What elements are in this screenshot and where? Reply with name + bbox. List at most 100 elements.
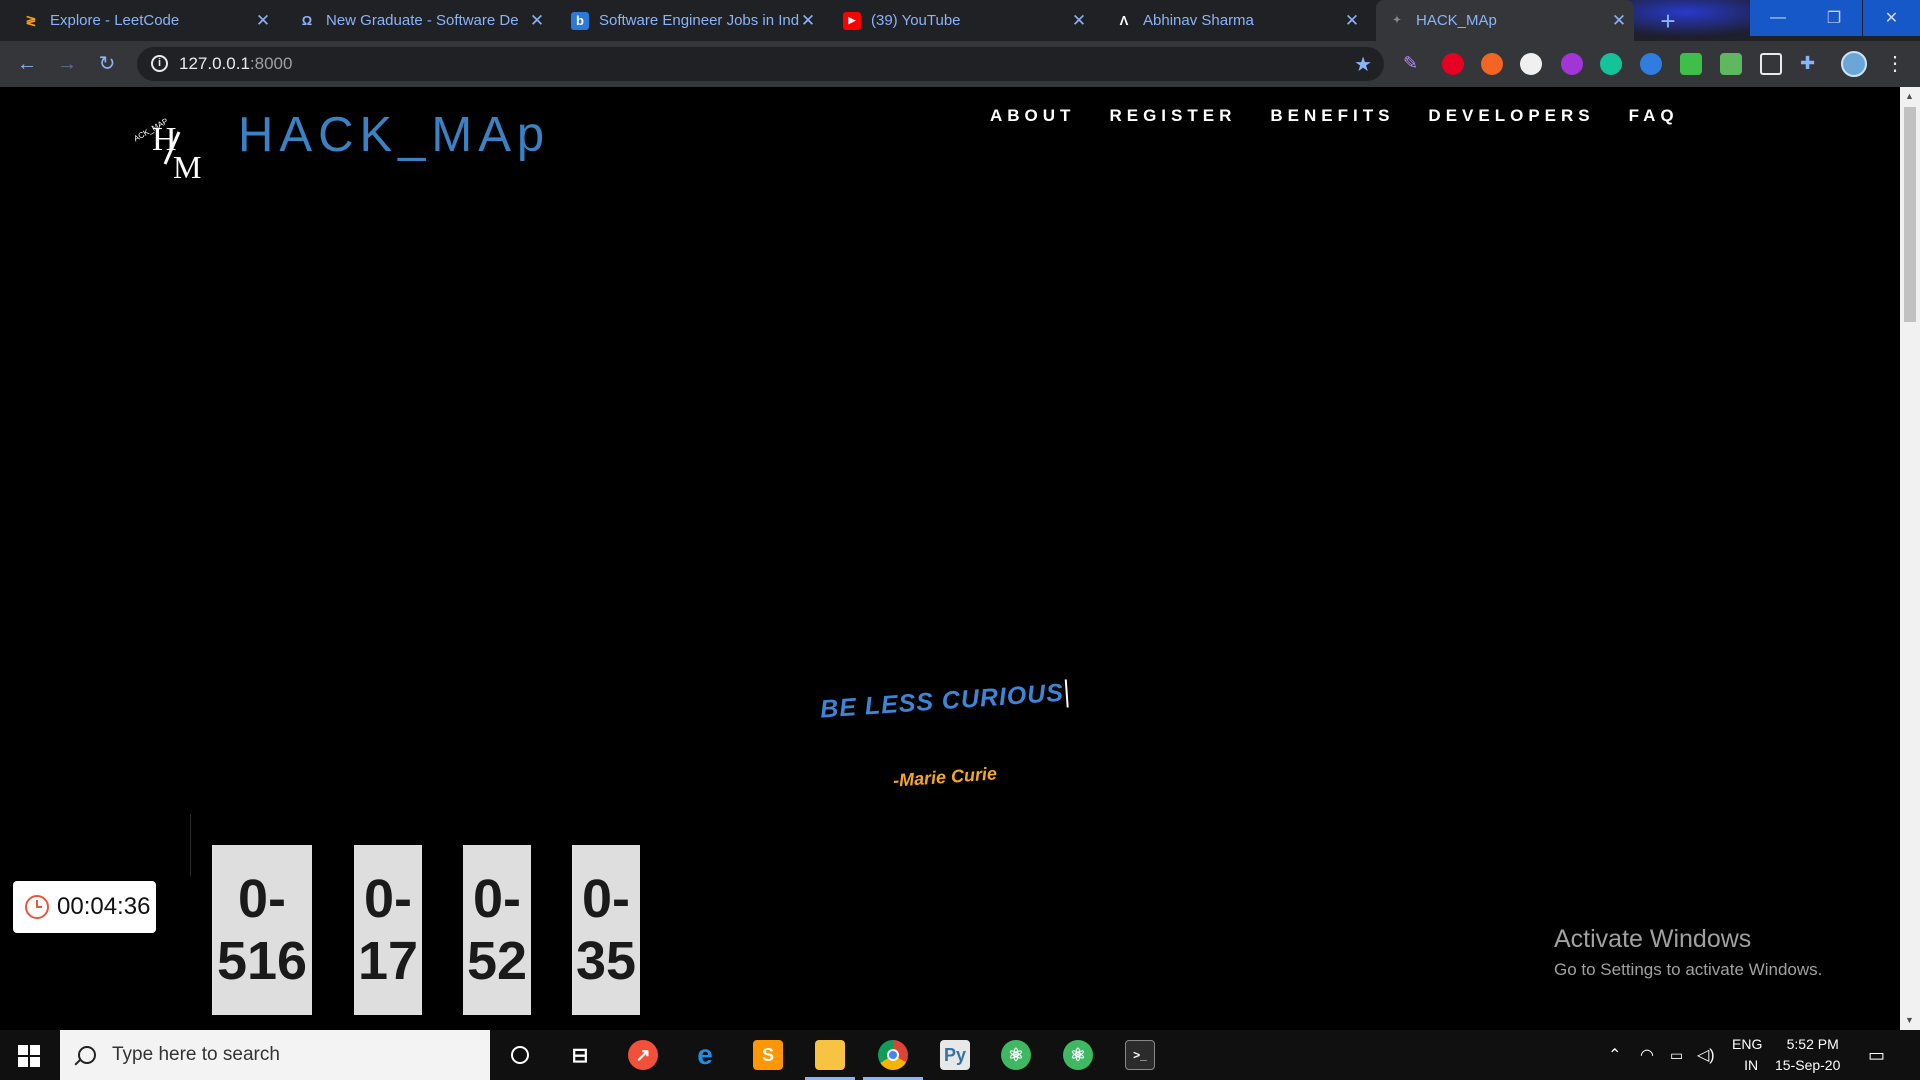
countdown-days: 0- 516 — [212, 845, 312, 1015]
file-explorer-icon[interactable] — [815, 1040, 845, 1070]
tab-title: (39) YouTube — [871, 12, 961, 29]
screen-timer-widget[interactable]: 00:04:36 — [13, 881, 156, 933]
activate-windows-watermark: Activate Windows Go to Settings to activ… — [1554, 925, 1822, 980]
tab-leetcode[interactable]: ≷ Explore - LeetCode ✕ — [22, 0, 272, 41]
url-port: :8000 — [249, 54, 293, 73]
watermark-subtitle: Go to Settings to activate Windows. — [1554, 960, 1823, 979]
close-tab-icon[interactable]: ✕ — [1070, 11, 1088, 31]
atom-editor-icon[interactable]: ⚛ — [1001, 1040, 1031, 1070]
nav-benefits[interactable]: BENEFITS — [1270, 106, 1394, 126]
feather-extension-icon[interactable]: ✎ — [1403, 53, 1425, 75]
nav-faq[interactable]: FAQ — [1629, 106, 1679, 126]
close-tab-icon[interactable]: ✕ — [1343, 11, 1361, 31]
tab-title: New Graduate - Software De — [326, 12, 519, 29]
page-scrollbar[interactable]: ▲ ▼ — [1900, 87, 1920, 1030]
nav-developers[interactable]: DEVELOPERS — [1428, 106, 1594, 126]
tab-title: Abhinav Sharma — [1143, 12, 1254, 29]
text-caret — [1064, 679, 1069, 708]
mail-extension-icon[interactable] — [1720, 53, 1742, 75]
logo-letter-m: M — [173, 149, 201, 182]
blue-drop-extension-icon[interactable] — [1640, 53, 1662, 75]
profile-avatar[interactable] — [1841, 51, 1867, 77]
clock-date[interactable]: 5:52 PM 15-Sep-20 — [1775, 1030, 1840, 1080]
site-navigation: ABOUT REGISTER BENEFITS DEVELOPERS FAQ — [990, 106, 1713, 126]
cortana-icon[interactable] — [505, 1040, 535, 1070]
site-logo-text[interactable]: HACK_MAp — [238, 107, 550, 163]
region-text: IN — [1744, 1057, 1759, 1073]
close-tab-icon[interactable]: ✕ — [1610, 11, 1628, 31]
scrollbar-thumb[interactable] — [1904, 107, 1916, 322]
scroll-up-arrow-icon[interactable]: ▲ — [1905, 91, 1914, 101]
scroll-down-arrow-icon[interactable]: ▼ — [1905, 1015, 1914, 1025]
close-tab-icon[interactable]: ✕ — [254, 11, 272, 31]
leetcode-icon: ≷ — [25, 12, 37, 28]
screen-record-extension-icon[interactable] — [1760, 53, 1782, 75]
tab-software-engineer-jobs[interactable]: b Software Engineer Jobs in Ind ✕ — [571, 0, 817, 41]
pinterest-extension-icon[interactable] — [1442, 53, 1464, 75]
search-placeholder: Type here to search — [112, 1044, 280, 1065]
countdown-minutes: 0- 52 — [463, 845, 531, 1015]
action-center-icon[interactable]: ▭ — [1868, 1030, 1885, 1080]
tray-overflow-icon[interactable]: ⌃ — [1608, 1030, 1621, 1080]
swift-app-icon[interactable]: ↗ — [628, 1040, 658, 1070]
puzzle-extensions-icon[interactable]: ✚ — [1800, 53, 1822, 75]
timer-value: 00:04:36 — [57, 893, 151, 920]
hackmap-icon: ✦ — [1392, 15, 1402, 26]
battery-icon[interactable]: ▭ — [1670, 1030, 1683, 1080]
white-circle-extension-icon[interactable] — [1520, 53, 1542, 75]
chrome-browser-icon[interactable] — [878, 1040, 908, 1070]
minimize-button[interactable]: — — [1750, 0, 1806, 36]
restore-button[interactable]: ❐ — [1806, 0, 1862, 36]
tab-title: HACK_MAp — [1416, 12, 1497, 29]
nav-register[interactable]: REGISTER — [1109, 106, 1236, 126]
atom-editor-second-icon[interactable]: ⚛ — [1063, 1040, 1093, 1070]
countdown-seconds-value: 35 — [575, 931, 637, 991]
divider-line — [190, 814, 191, 876]
quote-text: BE LESS CURIOUS — [819, 678, 1065, 724]
new-tab-button[interactable]: + — [1654, 8, 1682, 36]
reload-button[interactable]: ↻ — [94, 51, 120, 77]
tab-title: Explore - LeetCode — [50, 12, 180, 29]
purple-extension-icon[interactable] — [1561, 53, 1583, 75]
close-tab-icon[interactable]: ✕ — [799, 11, 817, 31]
orange-extension-icon[interactable] — [1481, 53, 1503, 75]
bookmark-star-icon[interactable]: ★ — [1354, 52, 1372, 77]
countdown-seconds: 0- 35 — [572, 845, 640, 1015]
close-tab-icon[interactable]: ✕ — [528, 11, 546, 31]
green-extension-icon[interactable] — [1680, 53, 1702, 75]
url-text[interactable]: 127.0.0.1:8000 — [179, 54, 292, 74]
taskbar-search-box[interactable]: Type here to search — [60, 1030, 490, 1080]
clock-icon — [25, 895, 49, 919]
back-button[interactable]: ← — [14, 51, 40, 77]
python-file-icon[interactable]: Py — [940, 1040, 970, 1070]
close-window-button[interactable]: ✕ — [1863, 0, 1920, 36]
countdown-days-prefix: 0- — [237, 869, 286, 929]
countdown-minutes-value: 52 — [466, 931, 528, 991]
info-icon[interactable]: i — [151, 55, 168, 72]
windows-start-icon[interactable] — [18, 1045, 40, 1067]
browser-menu-icon[interactable]: ⋮ — [1885, 51, 1905, 76]
countdown-seconds-prefix: 0- — [581, 869, 630, 929]
tab-new-graduate[interactable]: Ω New Graduate - Software De ✕ — [298, 0, 546, 41]
sublime-text-icon[interactable]: S — [753, 1040, 783, 1070]
forward-button[interactable]: → — [54, 51, 80, 77]
tab-youtube[interactable]: ▶ (39) YouTube ✕ — [843, 0, 1088, 41]
watermark-title: Activate Windows — [1554, 925, 1752, 953]
countdown-days-value: 516 — [216, 931, 308, 991]
bing-icon: b — [571, 11, 589, 30]
countdown-minutes-prefix: 0- — [472, 869, 521, 929]
address-bar[interactable]: i 127.0.0.1:8000 ★ — [137, 47, 1384, 81]
terminal-icon[interactable]: >_ — [1125, 1040, 1155, 1070]
hackmap-logo-icon[interactable]: ACK_MAP H M — [135, 102, 215, 182]
nav-about[interactable]: ABOUT — [990, 106, 1075, 126]
youtube-icon: ▶ — [843, 11, 861, 30]
volume-icon[interactable]: ◁) — [1697, 1030, 1715, 1080]
tab-abhinav-sharma[interactable]: Λ Abhinav Sharma ✕ — [1115, 0, 1361, 41]
task-view-icon[interactable]: ⊟ — [565, 1040, 595, 1070]
grammarly-extension-icon[interactable] — [1600, 53, 1622, 75]
edge-browser-icon[interactable]: e — [690, 1039, 720, 1070]
language-indicator[interactable]: ENG IN — [1732, 1030, 1762, 1080]
tab-hackmap[interactable]: ✦ HACK_MAp ✕ — [1376, 0, 1634, 41]
wifi-icon[interactable]: ◠ — [1640, 1030, 1654, 1080]
tab-title: Software Engineer Jobs in Ind — [599, 12, 799, 29]
